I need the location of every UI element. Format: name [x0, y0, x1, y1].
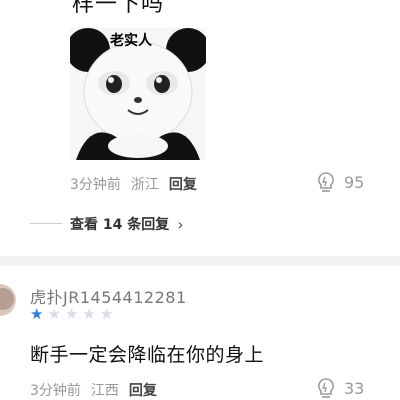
like-button[interactable]: 95 [316, 171, 364, 193]
reply-button[interactable]: 回复 [129, 380, 157, 400]
view-replies-label: 查看 14 条回复 [70, 217, 170, 233]
star-icon: ★ [47, 305, 61, 323]
panda-meme-sticker[interactable]: 老实人 [70, 28, 206, 160]
like-bulb-icon [318, 172, 334, 192]
comment-text-top: 样一下吗 [72, 0, 165, 17]
like-button[interactable]: 33 [316, 377, 364, 399]
avatar[interactable] [0, 284, 16, 316]
comment-location: 浙江 [130, 177, 159, 193]
comment-text: 断手一定会降临在你的身上 [30, 344, 265, 366]
rating-stars: ★ ★ ★ ★ ★ [30, 306, 113, 322]
comment-time: 3分钟前 [70, 177, 121, 193]
star-icon: ★ [99, 305, 114, 323]
view-replies-link[interactable]: 查看 14 条回复 › [70, 214, 184, 234]
comment-meta: 3分钟前 江西 回复 [30, 380, 157, 400]
sticker-caption: 老实人 [110, 33, 152, 49]
like-bulb-icon [318, 378, 334, 398]
section-divider [0, 256, 400, 266]
comment-time: 3分钟前 [30, 383, 81, 399]
star-icon: ★ [30, 305, 44, 323]
reply-button[interactable]: 回复 [169, 174, 197, 194]
star-icon: ★ [64, 305, 79, 323]
star-icon: ★ [82, 305, 96, 323]
comment-location: 江西 [90, 383, 119, 399]
reply-divider-line [30, 223, 62, 224]
like-count: 33 [344, 378, 365, 398]
comment-meta: 3分钟前 浙江 回复 [70, 174, 197, 194]
chevron-right-icon: › [177, 214, 184, 234]
like-count: 95 [344, 172, 365, 192]
